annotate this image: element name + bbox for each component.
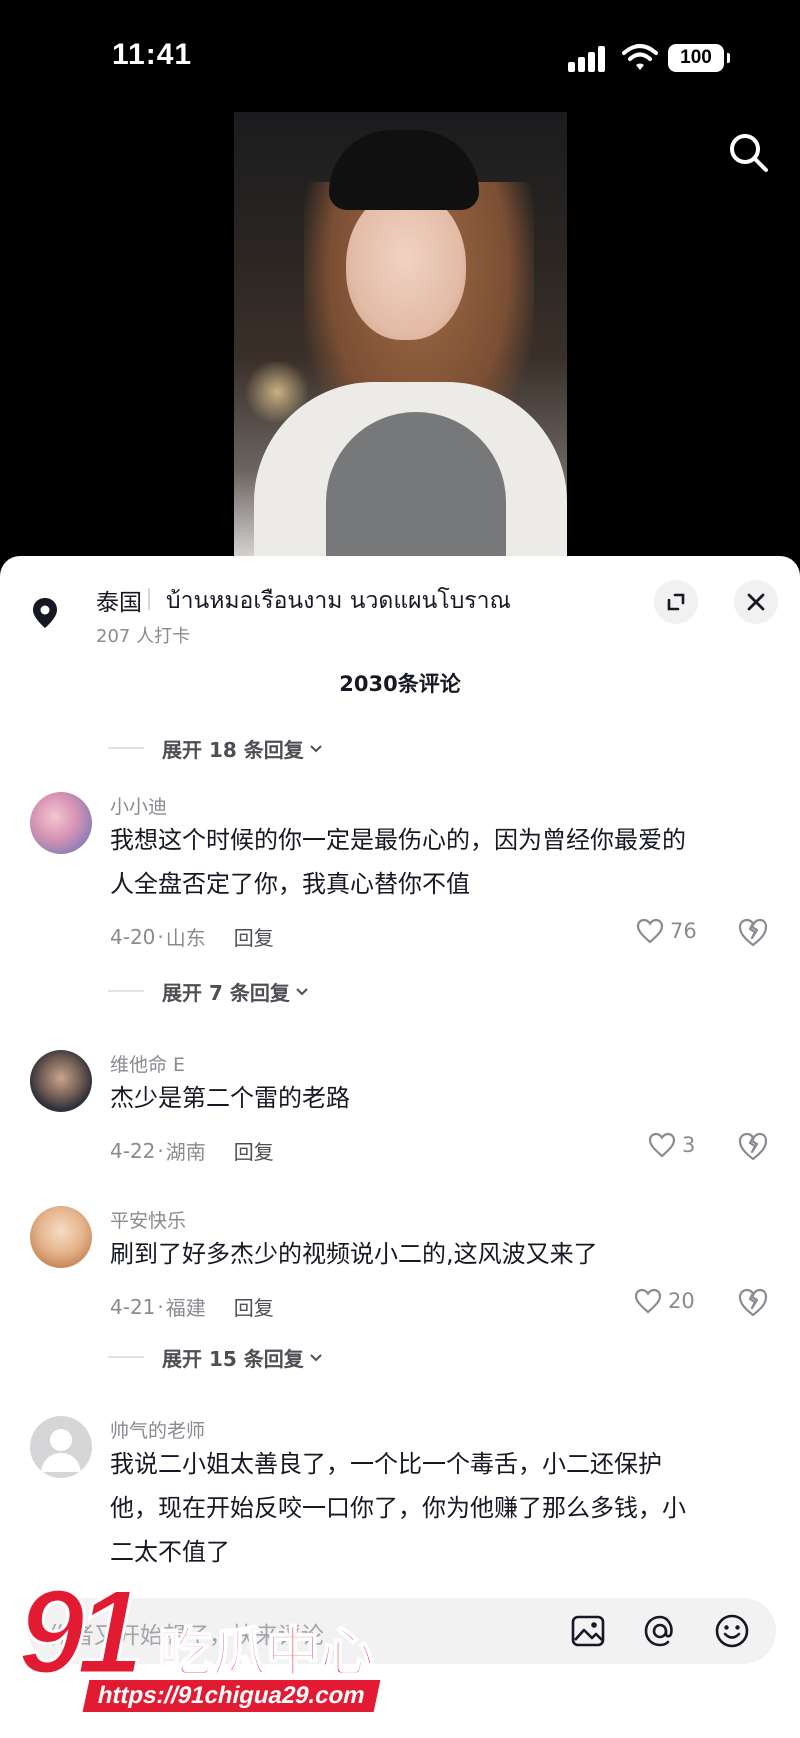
like-count: 20 <box>668 1289 695 1313</box>
battery-indicator: 100 <box>668 44 730 72</box>
chevron-down-icon <box>310 745 322 753</box>
expand-replies-button[interactable]: 展开 15 条回复 <box>108 1342 324 1372</box>
comment-username[interactable]: 平安快乐 <box>110 1206 186 1233</box>
location-checkin-count: 207 人打卡 <box>96 626 191 647</box>
status-bar: 11:41 100 <box>0 0 800 112</box>
default-avatar-icon <box>41 1429 81 1472</box>
broken-heart-icon[interactable] <box>738 918 768 948</box>
comment-text: 杰少是第二个雷的老路 <box>110 1076 760 1120</box>
comment-meta: 4-20 · 山东 回复 <box>110 922 274 951</box>
location-country[interactable]: 泰国 <box>96 583 142 617</box>
comment-input-bar[interactable]: 作者又开始想了，快来评论 <box>28 1598 776 1664</box>
avatar[interactable] <box>30 1206 92 1268</box>
comment-username[interactable]: 帅气的老师 <box>110 1416 205 1443</box>
video-person-cap <box>329 130 479 210</box>
comment-text: 刷到了好多杰少的视频说小二的,这风波又来了 <box>110 1232 760 1276</box>
expand-replies-label: 展开 7 条回复 <box>162 980 290 1005</box>
expand-sheet-button[interactable] <box>654 580 698 624</box>
comment-count-title: 2030条评论 <box>339 672 461 696</box>
search-icon[interactable] <box>726 130 772 176</box>
mention-icon[interactable] <box>640 1611 680 1651</box>
broken-heart-icon[interactable] <box>738 1132 768 1162</box>
like-count: 76 <box>670 919 697 943</box>
comment-text-line: 刷到了好多杰少的视频说小二的,这风波又来了 <box>110 1240 598 1268</box>
emoji-icon[interactable] <box>712 1611 752 1651</box>
avatar[interactable] <box>30 792 92 854</box>
location-name[interactable]: บ้านหมอเรือนงาม นวดแผนโบราณ <box>166 583 511 619</box>
watermark-brand: 吃瓜中心 <box>157 1620 375 1685</box>
comment-username[interactable]: 小小迪 <box>110 792 167 819</box>
reply-button[interactable]: 回复 <box>234 1136 274 1165</box>
expand-replies-button[interactable]: 展开 18 条回复 <box>108 733 324 763</box>
avatar[interactable] <box>30 1050 92 1112</box>
broken-heart-icon[interactable] <box>738 1288 768 1318</box>
chevron-down-icon <box>310 1354 322 1362</box>
heart-icon <box>634 1288 662 1314</box>
watermark-url: https://91chigua29.com <box>82 1680 381 1712</box>
video-person-face <box>346 190 466 340</box>
chevron-down-icon <box>296 988 308 996</box>
expand-replies-label: 展开 18 条回复 <box>162 737 304 762</box>
comment-text-line: 我说二小姐太善良了，一个比一个毒舌，小二还保护 <box>110 1450 662 1478</box>
avatar[interactable] <box>30 1416 92 1478</box>
like-button[interactable]: 3 <box>648 1132 695 1158</box>
comment-meta: 4-21 · 福建 回复 <box>110 1292 274 1321</box>
comment-username[interactable]: 维他命 E <box>110 1050 185 1077</box>
heart-icon <box>648 1132 676 1158</box>
comment-date: 4-22 <box>110 1138 156 1163</box>
comment-text-line: 二太不值了 <box>110 1538 230 1566</box>
close-sheet-button[interactable] <box>734 580 778 624</box>
like-button[interactable]: 76 <box>636 918 697 944</box>
comment-date: 4-20 <box>110 924 156 949</box>
cellular-signal-icon <box>568 46 608 72</box>
status-time: 11:41 <box>112 38 193 71</box>
comment-region: 湖南 <box>165 1140 206 1164</box>
comment-sheet: 泰国 บ้านหมอเรือนงาม นวดแผนโบราณ 207 人打卡 2… <box>0 556 800 1738</box>
video-player[interactable] <box>234 112 567 560</box>
heart-icon <box>636 918 664 944</box>
comment-text-line: 我想这个时候的你一定是最伤心的，因为曾经你最爱的 <box>110 826 686 854</box>
expand-icon <box>667 593 685 611</box>
reply-divider-line <box>108 1356 144 1358</box>
comment-region: 福建 <box>165 1296 206 1320</box>
reply-divider-line <box>108 747 144 749</box>
comment-text-line: 杰少是第二个雷的老路 <box>110 1084 350 1112</box>
image-icon[interactable] <box>568 1611 608 1651</box>
comment-region: 山东 <box>165 926 206 950</box>
like-count: 3 <box>682 1133 696 1157</box>
comment-text-line: 他，现在开始反咬一口你了，你为他赚了那么多钱，小 <box>110 1494 686 1522</box>
location-divider <box>148 588 150 610</box>
close-icon <box>747 593 765 611</box>
reply-button[interactable]: 回复 <box>234 922 274 951</box>
expand-replies-label: 展开 15 条回复 <box>162 1346 304 1371</box>
watermark-logo-number: 91 <box>16 1565 145 1699</box>
comment-text: 我说二小姐太善良了，一个比一个毒舌，小二还保护 他，现在开始反咬一口你了，你为他… <box>110 1442 760 1574</box>
comment-date: 4-21 <box>110 1294 156 1319</box>
reply-button[interactable]: 回复 <box>234 1292 274 1321</box>
wifi-icon <box>622 44 658 70</box>
comment-text-line: 人全盘否定了你，我真心替你不值 <box>110 870 470 898</box>
comment-meta: 4-22 · 湖南 回复 <box>110 1136 274 1165</box>
expand-replies-button[interactable]: 展开 7 条回复 <box>108 976 310 1006</box>
like-button[interactable]: 20 <box>634 1288 695 1314</box>
location-pin-icon <box>33 598 57 628</box>
reply-divider-line <box>108 990 144 992</box>
comment-text: 我想这个时候的你一定是最伤心的，因为曾经你最爱的 人全盘否定了你，我真心替你不值 <box>110 818 760 906</box>
